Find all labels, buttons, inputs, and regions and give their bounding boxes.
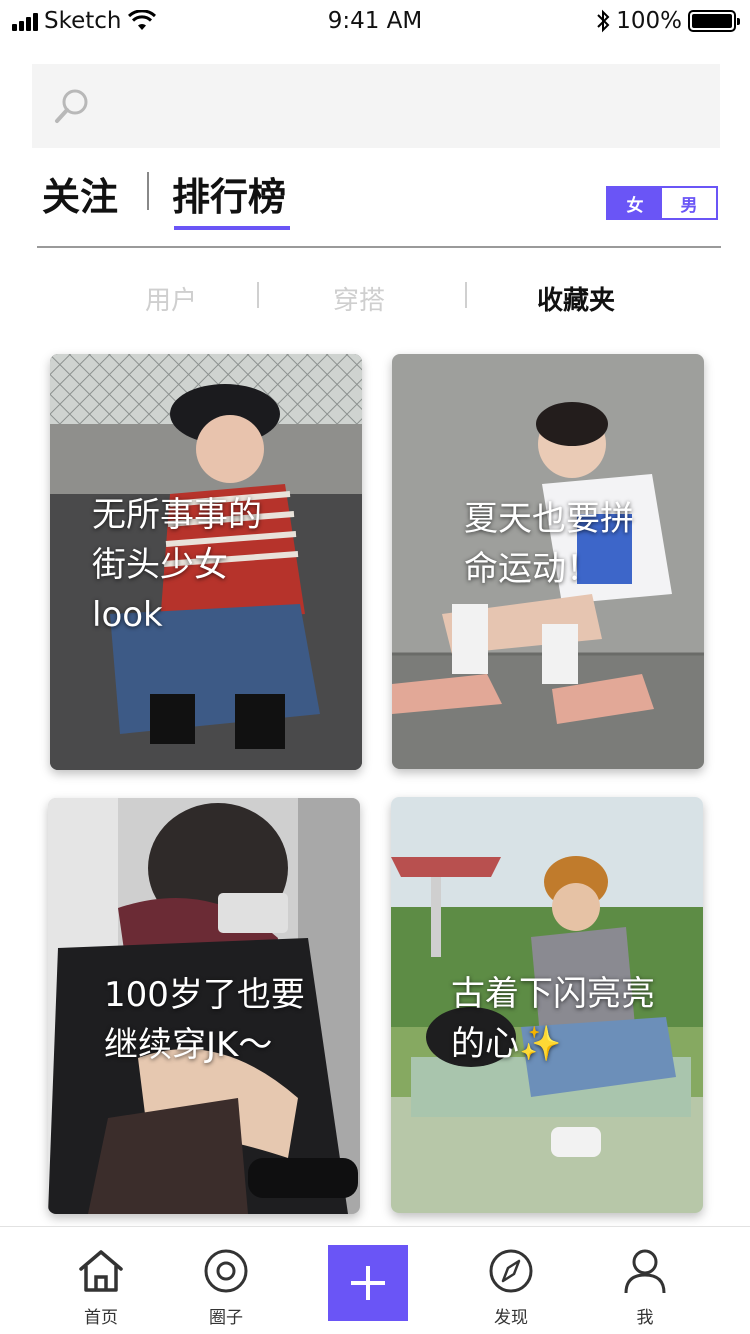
collection-card[interactable]: 古着下闪亮亮 的心✨ — [391, 797, 703, 1213]
bottom-nav: 首页 圈子 发现 我 — [0, 1226, 750, 1334]
nav-label-me: 我 — [636, 1308, 654, 1328]
subtab-favorites[interactable]: 收藏夹 — [537, 280, 615, 317]
card-caption: 无所事事的 街头少女 look — [92, 495, 262, 635]
nav-label-discover: 发现 — [494, 1308, 528, 1328]
gender-female-button[interactable]: 女 — [608, 188, 662, 218]
tab-divider — [147, 172, 149, 210]
card-caption: 夏天也要拼 命运动！ — [464, 499, 634, 589]
nav-item-circle[interactable]: 圈子 — [186, 1247, 266, 1328]
status-right: 100% — [596, 8, 740, 34]
tab-active-indicator — [174, 226, 290, 230]
user-icon — [624, 1249, 666, 1294]
bluetooth-icon — [597, 9, 610, 33]
nav-item-discover[interactable]: 发现 — [471, 1247, 551, 1328]
subtab-divider — [257, 282, 259, 308]
header-divider — [37, 246, 721, 248]
compass-icon — [489, 1249, 533, 1293]
search-bar[interactable] — [32, 64, 720, 148]
battery-percent: 100% — [616, 8, 682, 34]
search-input[interactable] — [108, 64, 708, 148]
subtab-divider — [465, 282, 467, 308]
status-bar: Sketch 9:41 AM 100% — [0, 0, 750, 44]
tab-ranking[interactable]: 排行榜 — [172, 166, 286, 221]
collection-card[interactable]: 夏天也要拼 命运动！ — [392, 354, 704, 769]
nav-item-me[interactable]: 我 — [605, 1247, 685, 1328]
nav-item-home[interactable]: 首页 — [61, 1247, 141, 1328]
search-icon — [55, 89, 88, 123]
card-caption: 古着下闪亮亮 的心✨ — [451, 974, 655, 1064]
circle-icon — [204, 1249, 248, 1293]
battery-icon — [688, 10, 740, 32]
card-caption: 100岁了也要 继续穿JK～ — [104, 975, 305, 1065]
nav-label-circle: 圈子 — [209, 1308, 243, 1328]
nav-label-home: 首页 — [84, 1308, 118, 1328]
gender-male-button[interactable]: 男 — [662, 188, 716, 218]
collection-card[interactable]: 100岁了也要 继续穿JK～ — [48, 798, 360, 1214]
add-icon — [351, 1266, 385, 1300]
subtab-users[interactable]: 用户 — [145, 280, 197, 317]
subtab-outfits[interactable]: 穿搭 — [333, 280, 385, 317]
collection-card[interactable]: 无所事事的 街头少女 look — [50, 354, 362, 770]
home-icon — [79, 1250, 123, 1292]
tab-follow[interactable]: 关注 — [42, 166, 118, 221]
gender-toggle[interactable]: 女 男 — [606, 186, 718, 220]
add-post-button[interactable] — [328, 1245, 408, 1321]
